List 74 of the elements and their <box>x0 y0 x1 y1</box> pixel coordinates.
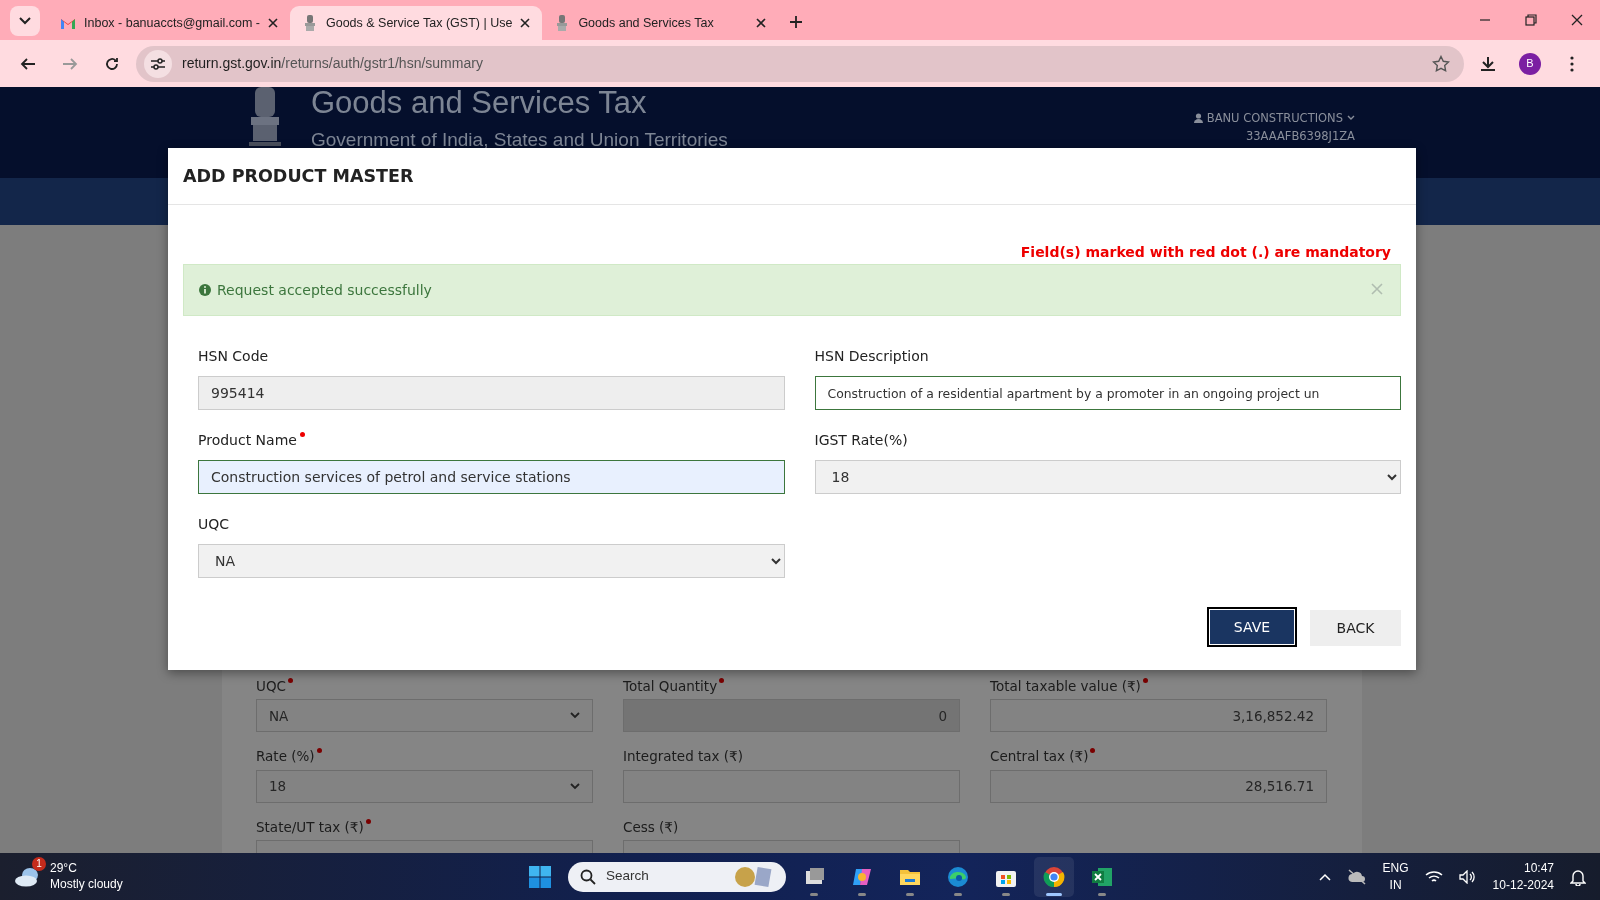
site-title: Goods and Services Tax <box>311 87 648 120</box>
speaker-icon[interactable] <box>1458 869 1477 884</box>
field-label: Total taxable value (₹) <box>990 677 1141 696</box>
restore-icon <box>1525 14 1537 26</box>
url-text: return.gst.gov.in/returns/auth/gstr1/hsn/summary <box>182 54 484 73</box>
windows-logo-icon <box>528 864 552 889</box>
input-field[interactable]: 28,516.71 <box>990 769 1327 803</box>
user-icon <box>1193 113 1203 124</box>
browser-tab[interactable]: Goods & Service Tax (GST) | Use <box>289 6 543 40</box>
site-subtitle: Government of India, States and Union Territories <box>311 127 728 152</box>
input-field[interactable] <box>623 769 960 803</box>
wifi-icon[interactable] <box>1424 869 1443 884</box>
input-field[interactable]: 995414 <box>198 376 785 410</box>
field-label: State/UT tax (₹) <box>256 817 364 837</box>
back-button[interactable]: BACK <box>1310 610 1401 646</box>
bell-icon[interactable] <box>1570 867 1586 886</box>
field-label: Integrated tax (₹) <box>623 747 743 767</box>
download-icon <box>1480 55 1496 72</box>
temperature-text: 29°C <box>50 860 78 877</box>
profile-button[interactable]: B <box>1512 45 1548 82</box>
taskbar-app[interactable] <box>1034 856 1074 897</box>
plus-icon <box>789 15 804 29</box>
field-label: Rate (%) <box>256 747 315 767</box>
close-icon <box>520 18 531 28</box>
field-label: UQC <box>198 515 230 534</box>
chevron-down-icon <box>570 782 580 790</box>
close-icon <box>1571 14 1583 26</box>
chevron-down-icon <box>19 17 31 25</box>
search-icon <box>580 868 596 885</box>
gstin-text: 33AAAFB6398J1ZA <box>1244 128 1355 146</box>
input-field[interactable]: 3,16,852.42 <box>990 699 1327 733</box>
arrow-left-icon <box>20 55 36 72</box>
arrow-right-icon <box>62 55 78 72</box>
select-field[interactable]: NA <box>198 544 785 578</box>
weather-condition: Mostly cloudy <box>50 876 123 893</box>
more-vertical-icon <box>1570 55 1574 72</box>
browser-tab[interactable]: Goods and Services Tax <box>542 6 779 40</box>
browser-tab[interactable]: Inbox - banuaccts@gmail.com - <box>48 6 290 40</box>
field-label: UQC <box>256 677 286 696</box>
close-icon <box>267 18 278 28</box>
chevron-down-icon <box>1347 115 1355 122</box>
notification-badge: 1 <box>32 856 46 871</box>
user-name[interactable]: BANU CONSTRUCTIONS <box>1206 109 1343 128</box>
save-button[interactable]: SAVE <box>1210 610 1294 644</box>
mandatory-note: Field(s) marked with red dot (.) are mandatory <box>1019 243 1392 262</box>
field-label: Product Name <box>198 431 297 450</box>
chevron-up-icon[interactable] <box>1318 872 1331 881</box>
info-icon <box>199 284 211 296</box>
close-icon <box>756 18 767 28</box>
alert-message: Request accepted successfully <box>217 280 432 300</box>
star-icon[interactable] <box>1432 54 1450 73</box>
cloud-off-icon[interactable] <box>1346 868 1367 885</box>
tab-list-button[interactable] <box>10 6 40 36</box>
reload-icon <box>104 55 120 72</box>
input-field[interactable]: Construction services of petrol and service stations <box>198 460 785 494</box>
close-icon <box>1371 283 1383 295</box>
field-label: Central tax (₹) <box>990 747 1089 767</box>
taskbar-search[interactable]: Search <box>568 861 786 892</box>
field-label: Cess (₹) <box>623 817 679 837</box>
language-indicator[interactable]: ENG IN <box>1382 860 1409 893</box>
modal-title: ADD PRODUCT MASTER <box>183 165 414 187</box>
input-field[interactable]: Construction of a residential apartment by a promoter in an ongoing project un <box>814 376 1401 410</box>
select-field[interactable]: NA <box>256 699 593 733</box>
clock[interactable]: 10:47 10-12-2024 <box>1492 860 1554 893</box>
mail-icon <box>60 17 76 29</box>
address-bar[interactable]: return.gst.gov.in/returns/auth/gstr1/hsn/summary <box>136 45 1464 82</box>
chevron-down-icon <box>570 712 580 720</box>
site-settings-icon <box>150 56 166 71</box>
field-label: IGST Rate(%) <box>814 431 908 450</box>
field-label: HSN Description <box>814 347 929 366</box>
select-field[interactable]: 18 <box>814 460 1401 494</box>
select-field[interactable]: 18 <box>256 769 593 803</box>
field-label: HSN Code <box>198 347 269 366</box>
field-label: Total Quantity <box>623 677 718 696</box>
